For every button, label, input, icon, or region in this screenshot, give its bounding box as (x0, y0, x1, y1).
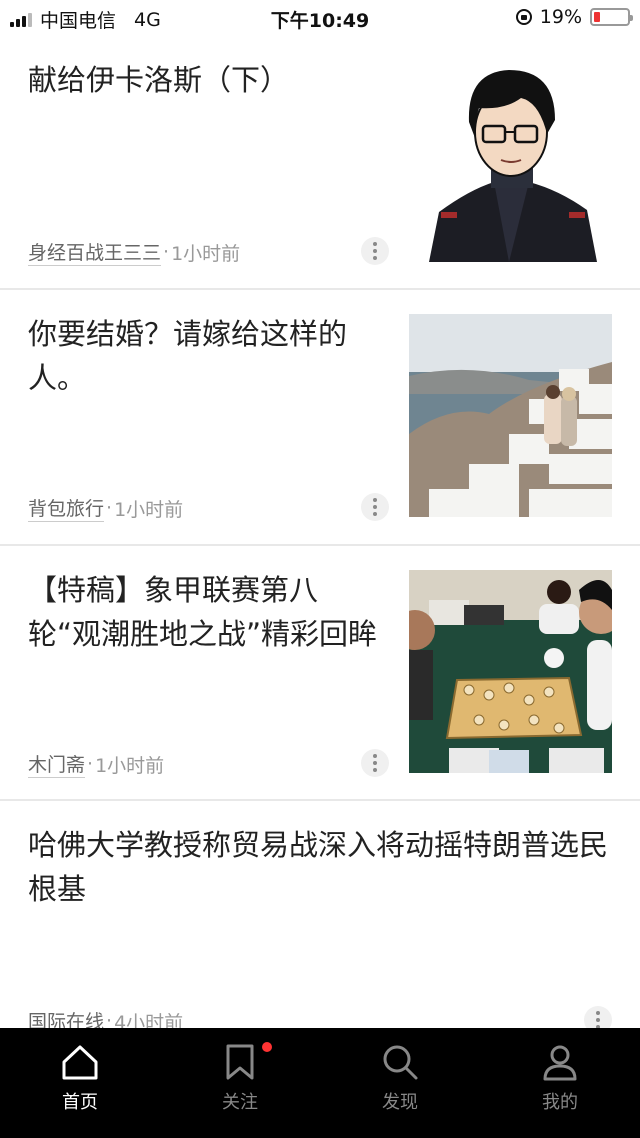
article-title[interactable]: 哈佛大学教授称贸易战深入将动摇特朗普选民根基 (28, 823, 618, 911)
article-thumbnail[interactable] (409, 570, 612, 773)
tab-label: 我的 (542, 1092, 578, 1113)
article-card[interactable]: 哈佛大学教授称贸易战深入将动摇特朗普选民根基 国际在线 · 4小时前 (0, 801, 640, 1035)
article-source[interactable]: 背包旅行 (28, 494, 105, 522)
tab-label: 首页 (62, 1092, 98, 1113)
tab-label: 关注 (222, 1092, 258, 1113)
search-icon (383, 1045, 418, 1080)
article-meta: 背包旅行 · 1小时前 (28, 494, 183, 522)
more-options-button[interactable] (361, 237, 389, 265)
tab-me[interactable]: 我的 (480, 1028, 640, 1138)
article-time: 1小时前 (171, 242, 241, 265)
article-title[interactable]: 献给伊卡洛斯（下） (28, 58, 408, 102)
article-card[interactable]: 你要结婚？请嫁给这样的人。 背包旅行 · 1小时前 (0, 290, 640, 546)
article-card[interactable]: 献给伊卡洛斯（下） 身经百战王三三 · 1小时前 (0, 36, 640, 290)
battery-icon (590, 8, 633, 26)
tab-follow[interactable]: 关注 (160, 1028, 320, 1138)
home-icon (62, 1045, 98, 1080)
profile-icon (543, 1045, 577, 1081)
bottom-tab-bar: 首页 关注 发现 我的 (0, 1028, 640, 1138)
article-time: 1小时前 (95, 754, 165, 777)
tab-label: 发现 (382, 1092, 418, 1113)
article-thumbnail[interactable] (409, 314, 612, 517)
battery-percent: 19% (539, 6, 582, 28)
article-thumbnail[interactable] (409, 62, 612, 262)
bookmark-icon (226, 1044, 254, 1080)
tab-home[interactable]: 首页 (0, 1028, 160, 1138)
article-source[interactable]: 身经百战王三三 (28, 238, 162, 266)
article-card[interactable]: 【特稿】象甲联赛第八轮“观潮胜地之战”精彩回眸 木门斋 · 1小时前 (0, 546, 640, 801)
more-options-button[interactable] (361, 749, 389, 777)
rotation-lock-icon (515, 9, 532, 25)
notification-badge (262, 1042, 272, 1052)
article-meta: 木门斋 · 1小时前 (28, 750, 164, 778)
article-title[interactable]: 【特稿】象甲联赛第八轮“观潮胜地之战”精彩回眸 (28, 568, 388, 656)
article-meta: 身经百战王三三 · 1小时前 (28, 238, 240, 266)
article-source[interactable]: 木门斋 (28, 750, 86, 778)
more-options-button[interactable] (361, 493, 389, 521)
status-bar: 中国电信 4G 下午10:49 19% (0, 0, 640, 36)
article-title[interactable]: 你要结婚？请嫁给这样的人。 (28, 312, 378, 400)
news-feed: 献给伊卡洛斯（下） 身经百战王三三 · 1小时前 你要结婚？请嫁给这样的人。 背… (0, 36, 640, 1035)
tab-discover[interactable]: 发现 (320, 1028, 480, 1138)
article-time: 1小时前 (114, 498, 184, 521)
